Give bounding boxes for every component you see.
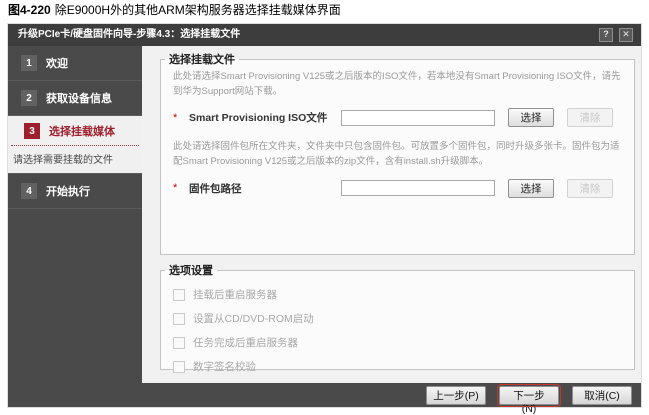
option-restart-after-task: 任务完成后重启服务器 [173,335,622,350]
close-icon[interactable]: ✕ [619,28,633,42]
option-label: 任务完成后重启服务器 [193,335,298,350]
step-item-welcome: 1 欢迎 [8,46,142,81]
firmware-select-button[interactable]: 选择 [508,179,554,198]
iso-select-button[interactable]: 选择 [508,108,554,127]
firmware-clear-button: 清除 [567,179,613,198]
next-button[interactable]: 下一步(N) [499,386,559,405]
wizard-dialog: 升级PCIe卡/硬盘固件向导-步骤4.3：选择挂载文件 ? ✕ 1 欢迎 2 获… [8,24,641,407]
figure-caption-text: 除E9000H外的其他ARM架构服务器选择挂载媒体界面 [55,3,341,17]
step-number-badge: 3 [24,123,40,139]
step-number-badge: 4 [21,183,37,199]
iso-file-label: Smart Provisioning ISO文件 [189,110,341,125]
option-restart-after-mount: 挂载后重启服务器 [173,287,622,302]
option-boot-from-cddvd: 设置从CD/DVD-ROM启动 [173,311,622,326]
step-label: 选择挂载媒体 [49,123,115,139]
option-digital-signature-check: 数字签名校验 [173,359,622,374]
checkbox-icon [173,361,185,373]
firmware-description: 此处请选择固件包所在文件夹，文件夹中只包含固件包。可放置多个固件包，同时升级多张… [173,140,622,169]
firmware-path-input[interactable] [341,180,495,196]
active-step-sublabel: 请选择需要挂载的文件 [8,146,142,173]
checkbox-icon [173,313,185,325]
active-step-header: 3 选择挂载媒体 [11,116,139,146]
figure-caption-label: 图4-220 [8,3,51,17]
step-label: 欢迎 [46,55,68,71]
option-label: 数字签名校验 [193,359,256,374]
step-item-execute: 4 开始执行 [8,174,142,209]
firmware-path-row: * 固件包路径 选择 清除 [173,179,622,198]
wizard-steps-sidebar: 1 欢迎 2 获取设备信息 3 选择挂载媒体 请选择需要挂载的文件 4 开始执行 [8,46,142,407]
step-item-device-info: 2 获取设备信息 [8,81,142,116]
checkbox-icon [173,289,185,301]
iso-file-input[interactable] [341,110,495,126]
iso-clear-button: 清除 [567,108,613,127]
iso-file-row: * Smart Provisioning ISO文件 选择 清除 [173,108,622,127]
firmware-path-label: 固件包路径 [189,181,341,196]
previous-button[interactable]: 上一步(P) [426,386,486,405]
step-item-select-media-active: 3 选择挂载媒体 请选择需要挂载的文件 [8,116,142,174]
option-settings-group: 选项设置 挂载后重启服务器 设置从CD/DVD-ROM启动 任务完成后重启服务器… [160,262,635,370]
checkbox-icon [173,337,185,349]
dialog-footer: 上一步(P) 下一步(N) 取消(C) [8,383,641,407]
step-label: 开始执行 [46,183,90,199]
step-number-badge: 1 [21,55,37,71]
option-settings-legend: 选项设置 [165,262,217,278]
option-label: 设置从CD/DVD-ROM启动 [193,311,314,326]
wizard-content: 选择挂载文件 此处请选择Smart Provisioning V125或之后版本… [142,46,641,383]
iso-description: 此处请选择Smart Provisioning V125或之后版本的ISO文件，… [173,70,622,99]
required-marker: * [173,112,189,124]
dialog-titlebar: 升级PCIe卡/硬盘固件向导-步骤4.3：选择挂载文件 ? ✕ [8,24,641,46]
dialog-title: 升级PCIe卡/硬盘固件向导-步骤4.3：选择挂载文件 [18,29,240,40]
cancel-button[interactable]: 取消(C) [572,386,632,405]
step-number-badge: 2 [21,90,37,106]
step-label: 获取设备信息 [46,90,112,106]
figure-caption: 图4-220 除E9000H外的其他ARM架构服务器选择挂载媒体界面 [8,1,341,18]
help-icon[interactable]: ? [599,28,613,42]
option-label: 挂载后重启服务器 [193,287,277,302]
required-marker: * [173,182,189,194]
select-mount-file-group: 选择挂载文件 此处请选择Smart Provisioning V125或之后版本… [160,51,635,255]
select-mount-file-legend: 选择挂载文件 [165,51,239,67]
